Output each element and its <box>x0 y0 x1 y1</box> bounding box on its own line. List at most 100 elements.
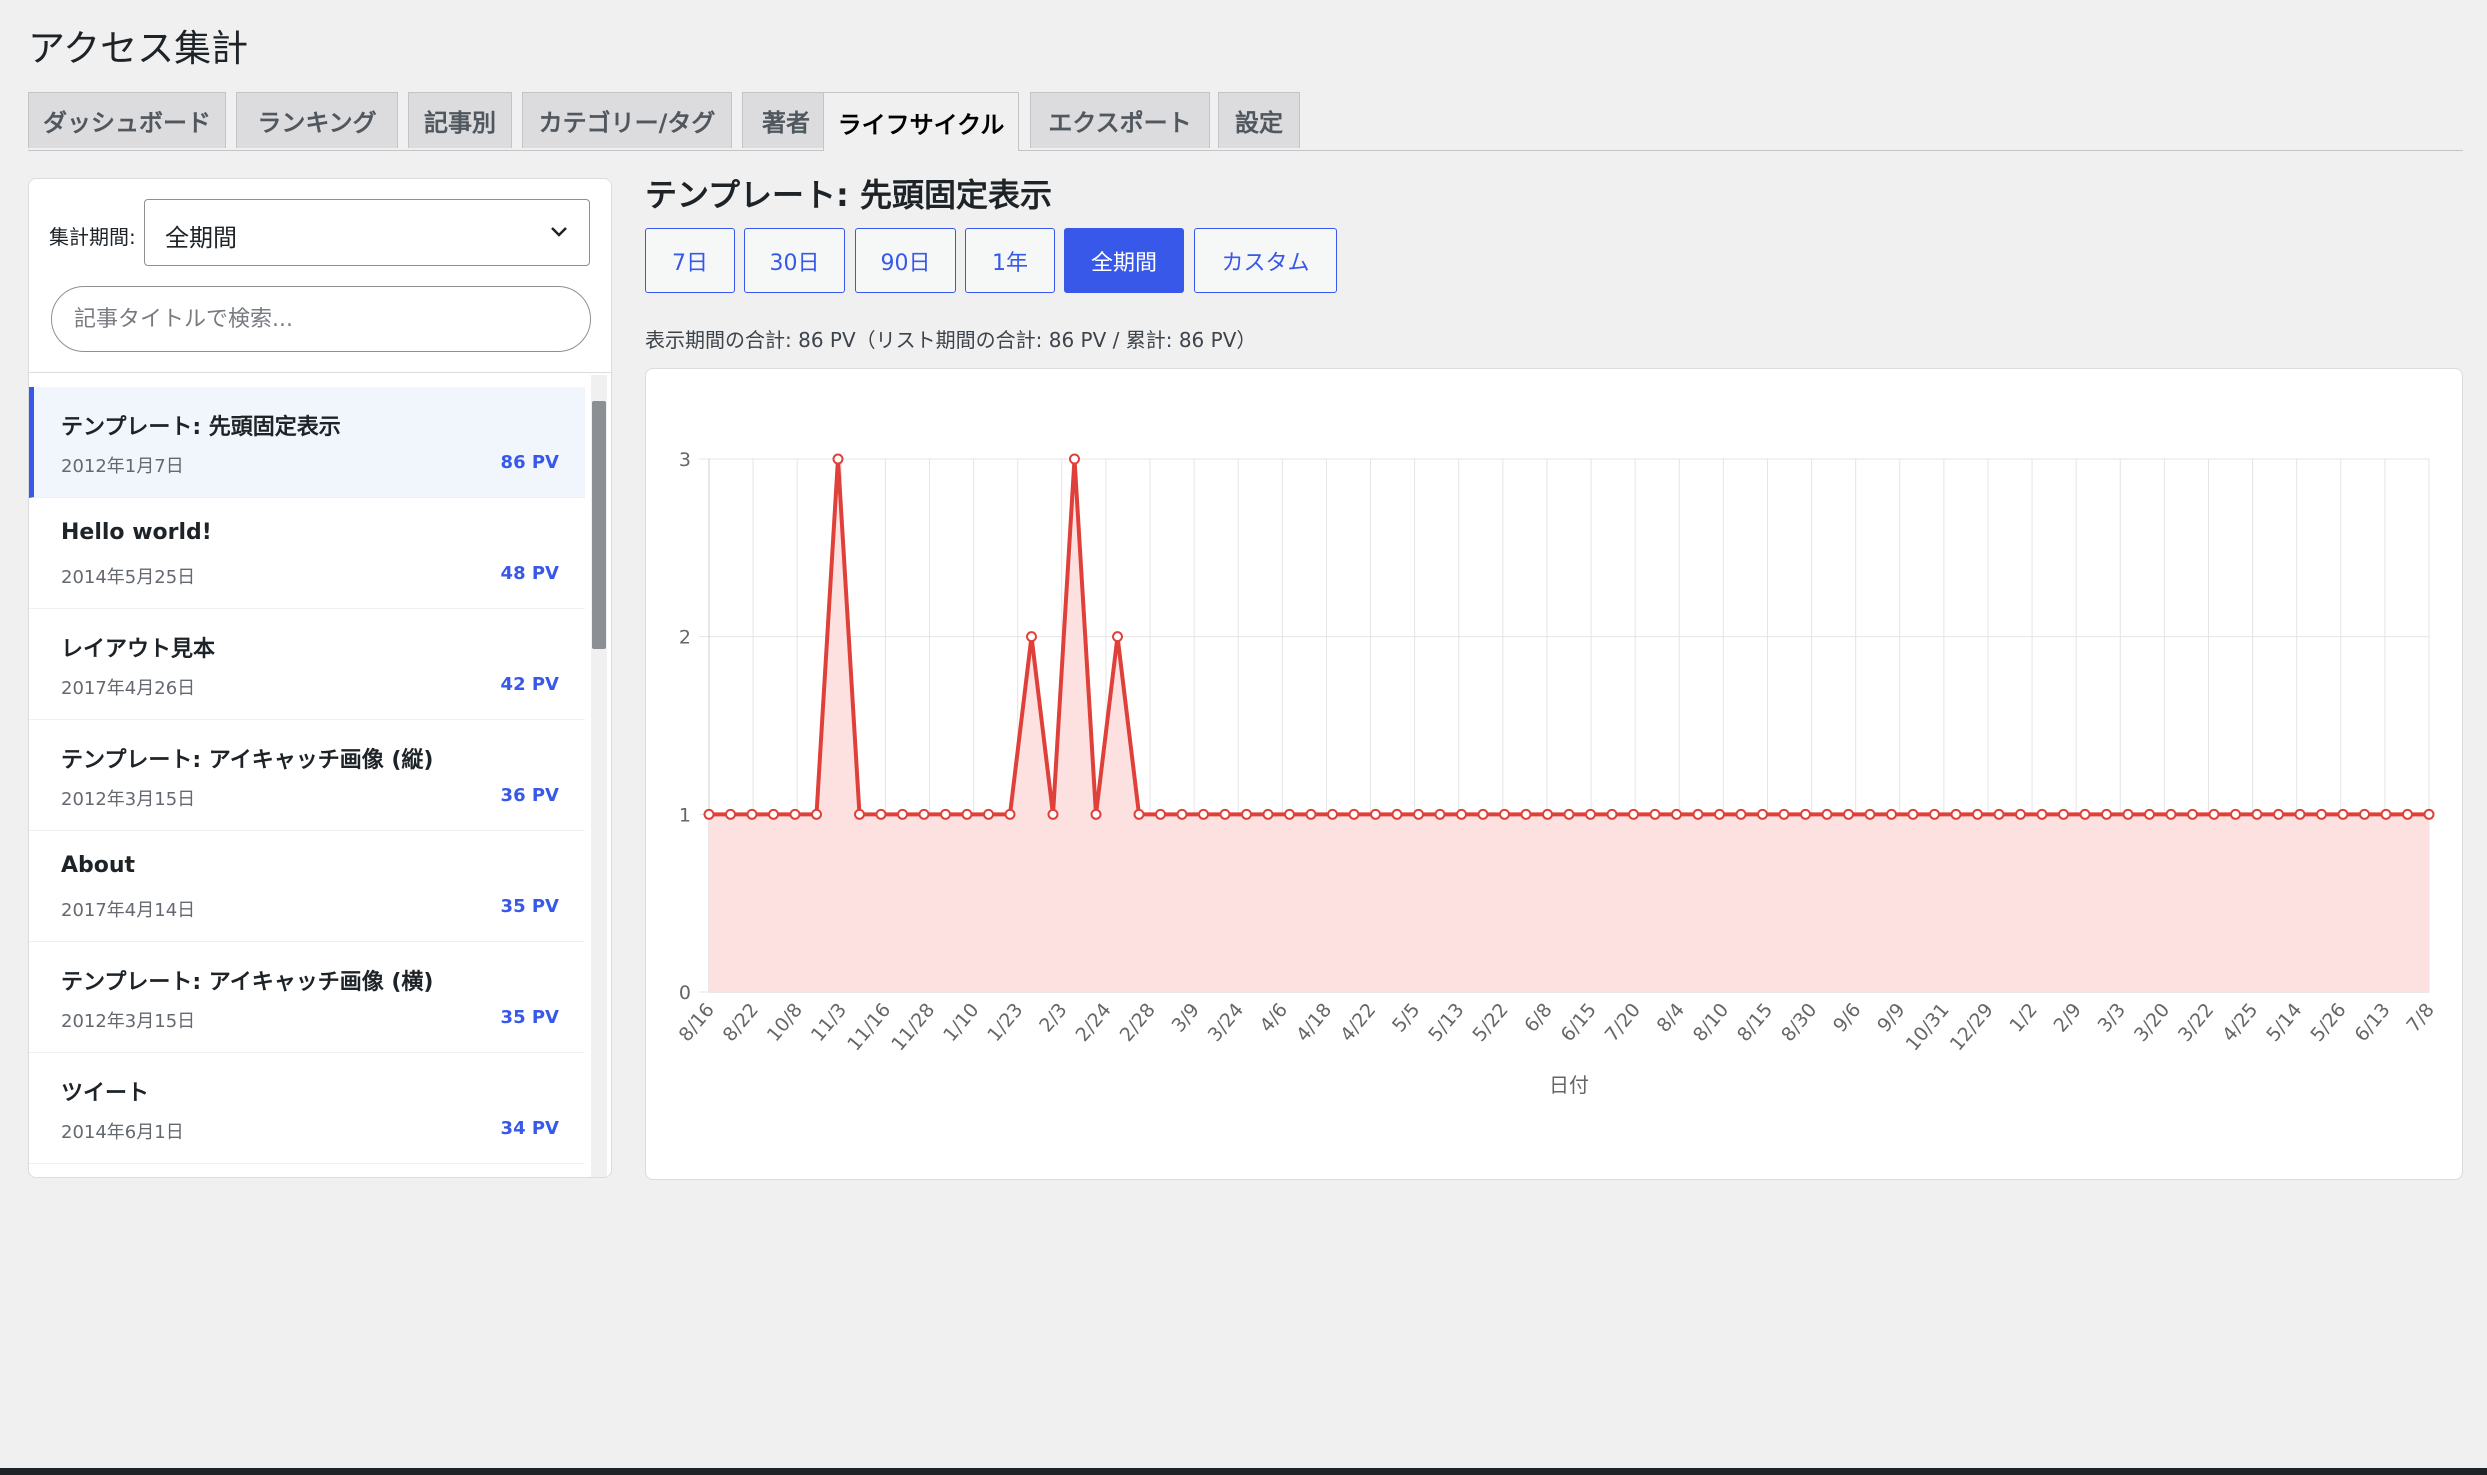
data-point <box>1327 808 1338 820</box>
data-point <box>1757 808 1768 820</box>
list-item[interactable]: レイアウト見本 2017年4月26日 42 PV <box>29 609 585 720</box>
list-item[interactable]: Hello world! 2014年5月25日 48 PV <box>29 498 585 609</box>
range-custom-button[interactable]: カスタム <box>1194 228 1337 293</box>
post-title: テンプレート: アイキャッチ画像 (縦) <box>61 748 434 773</box>
post-heading: テンプレート: 先頭固定表示 <box>645 176 1052 214</box>
x-tick-label: 8/4 <box>1653 999 1690 1037</box>
data-point <box>1520 808 1532 820</box>
data-point <box>2380 808 2392 820</box>
x-tick-label: 8/15 <box>1733 999 1777 1046</box>
data-point <box>1133 808 1145 820</box>
post-title: About <box>61 853 136 878</box>
x-tick-label: 5/14 <box>2262 999 2306 1046</box>
data-point <box>2294 808 2306 820</box>
list-item[interactable]: ツイート 2014年6月1日 34 PV <box>29 1053 585 1164</box>
summary-text: 表示期間の合計: 86 PV（リスト期間の合計: 86 PV / 累計: 86 … <box>645 328 1257 352</box>
data-point <box>1628 808 1639 820</box>
x-tick-label: 5/5 <box>1388 999 1425 1037</box>
x-tick-label: 3/3 <box>2094 999 2131 1037</box>
post-title: テンプレート: 先頭固定表示 <box>61 415 341 440</box>
x-tick-label: 5/22 <box>1468 999 1512 1046</box>
y-tick-label: 3 <box>679 449 691 471</box>
x-tick-label: 8/22 <box>719 999 763 1046</box>
range-90d-button[interactable]: 90日 <box>855 228 956 293</box>
data-point <box>2402 808 2413 820</box>
period-select[interactable]: 全期間 <box>144 199 590 266</box>
y-tick-label: 2 <box>679 627 691 649</box>
data-point <box>2208 808 2220 820</box>
data-point <box>703 808 715 820</box>
range-1y-button[interactable]: 1年 <box>965 228 1055 293</box>
tab-dashboard[interactable]: ダッシュボード <box>28 92 226 148</box>
data-point <box>1649 808 1661 820</box>
x-tick-label: 4/18 <box>1292 999 1336 1046</box>
divider <box>29 372 611 373</box>
data-point <box>1456 808 1467 820</box>
post-pv: 34 PV <box>500 1118 559 1139</box>
list-item[interactable]: About 2017年4月14日 35 PV <box>29 831 585 942</box>
post-pv: 48 PV <box>500 563 559 584</box>
x-tick-label: 3/20 <box>2130 999 2174 1046</box>
data-point <box>1069 453 1080 465</box>
x-tick-label: 11/28 <box>887 999 939 1055</box>
x-tick-label: 9/6 <box>1829 999 1866 1037</box>
scrollbar-thumb[interactable] <box>592 401 606 649</box>
tab-author[interactable]: 著者 <box>742 92 830 148</box>
x-tick-label: 10/8 <box>763 999 807 1046</box>
data-point <box>1413 808 1424 820</box>
data-point <box>940 808 951 820</box>
data-point <box>1305 808 1317 820</box>
tab-export[interactable]: エクスポート <box>1030 92 1210 148</box>
data-point <box>789 808 801 820</box>
data-point <box>1864 808 1876 820</box>
post-title: レイアウト見本 <box>61 637 216 662</box>
x-tick-label: 5/26 <box>2306 999 2350 1046</box>
x-tick-label: 9/9 <box>1873 999 1910 1037</box>
list-item[interactable]: テンプレート: アイキャッチ画像 (縦) 2012年3月15日 36 PV <box>29 720 585 831</box>
data-point <box>1370 808 1381 820</box>
data-point <box>1026 631 1037 643</box>
period-label: 集計期間: <box>49 225 136 249</box>
post-pv: 36 PV <box>500 785 559 806</box>
list-item[interactable]: テンプレート: アイキャッチ画像 (横) 2012年3月15日 35 PV <box>29 942 585 1053</box>
x-tick-label: 10/31 <box>1902 999 1954 1055</box>
x-tick-label: 2/9 <box>2050 999 2087 1037</box>
data-point <box>1348 808 1360 820</box>
lifecycle-chart: 01238/16 8/22 10/8 11/311/1611/28 1/10 1/23 2/… <box>675 449 2439 1097</box>
x-tick-label: 3/22 <box>2174 999 2218 1046</box>
post-date: 2012年3月15日 <box>61 789 196 810</box>
post-pv: 86 PV <box>500 452 559 473</box>
series-area <box>709 459 2429 992</box>
data-point <box>725 808 736 820</box>
x-tick-label: 11/16 <box>843 999 895 1055</box>
list-item[interactable]: テンプレート: 先頭固定表示 2012年1月7日 86 PV <box>29 387 585 498</box>
tab-lifecycle[interactable]: ライフサイクル <box>823 92 1019 151</box>
data-point <box>875 808 887 820</box>
data-point <box>1692 808 1704 820</box>
data-point <box>1585 808 1596 820</box>
range-30d-button[interactable]: 30日 <box>744 228 845 293</box>
data-point <box>2187 808 2198 820</box>
y-tick-label: 1 <box>679 804 691 826</box>
data-point <box>1993 808 2005 820</box>
tab-ranking[interactable]: ランキング <box>236 92 398 148</box>
data-point <box>1047 808 1059 820</box>
data-point <box>1800 808 1811 820</box>
tab-by-post[interactable]: 記事別 <box>408 92 512 148</box>
data-point <box>746 808 758 820</box>
range-all-button[interactable]: 全期間 <box>1064 228 1184 293</box>
post-date: 2014年6月1日 <box>61 1122 184 1143</box>
search-input[interactable] <box>51 286 591 352</box>
data-point <box>2230 808 2241 820</box>
x-tick-label: 3/9 <box>1167 999 1204 1037</box>
post-date: 2017年4月14日 <box>61 900 196 921</box>
post-list: テンプレート: 先頭固定表示 2012年1月7日 86 PV Hello wor… <box>29 387 585 1177</box>
tab-category-tag[interactable]: カテゴリー/タグ <box>522 92 732 148</box>
tab-settings[interactable]: 設定 <box>1218 92 1300 148</box>
data-point <box>1972 808 1983 820</box>
data-point <box>961 808 973 820</box>
data-point <box>1735 808 1747 820</box>
data-point <box>2015 808 2026 820</box>
x-axis-title: 日付 <box>1549 1073 1589 1097</box>
range-7d-button[interactable]: 7日 <box>645 228 735 293</box>
